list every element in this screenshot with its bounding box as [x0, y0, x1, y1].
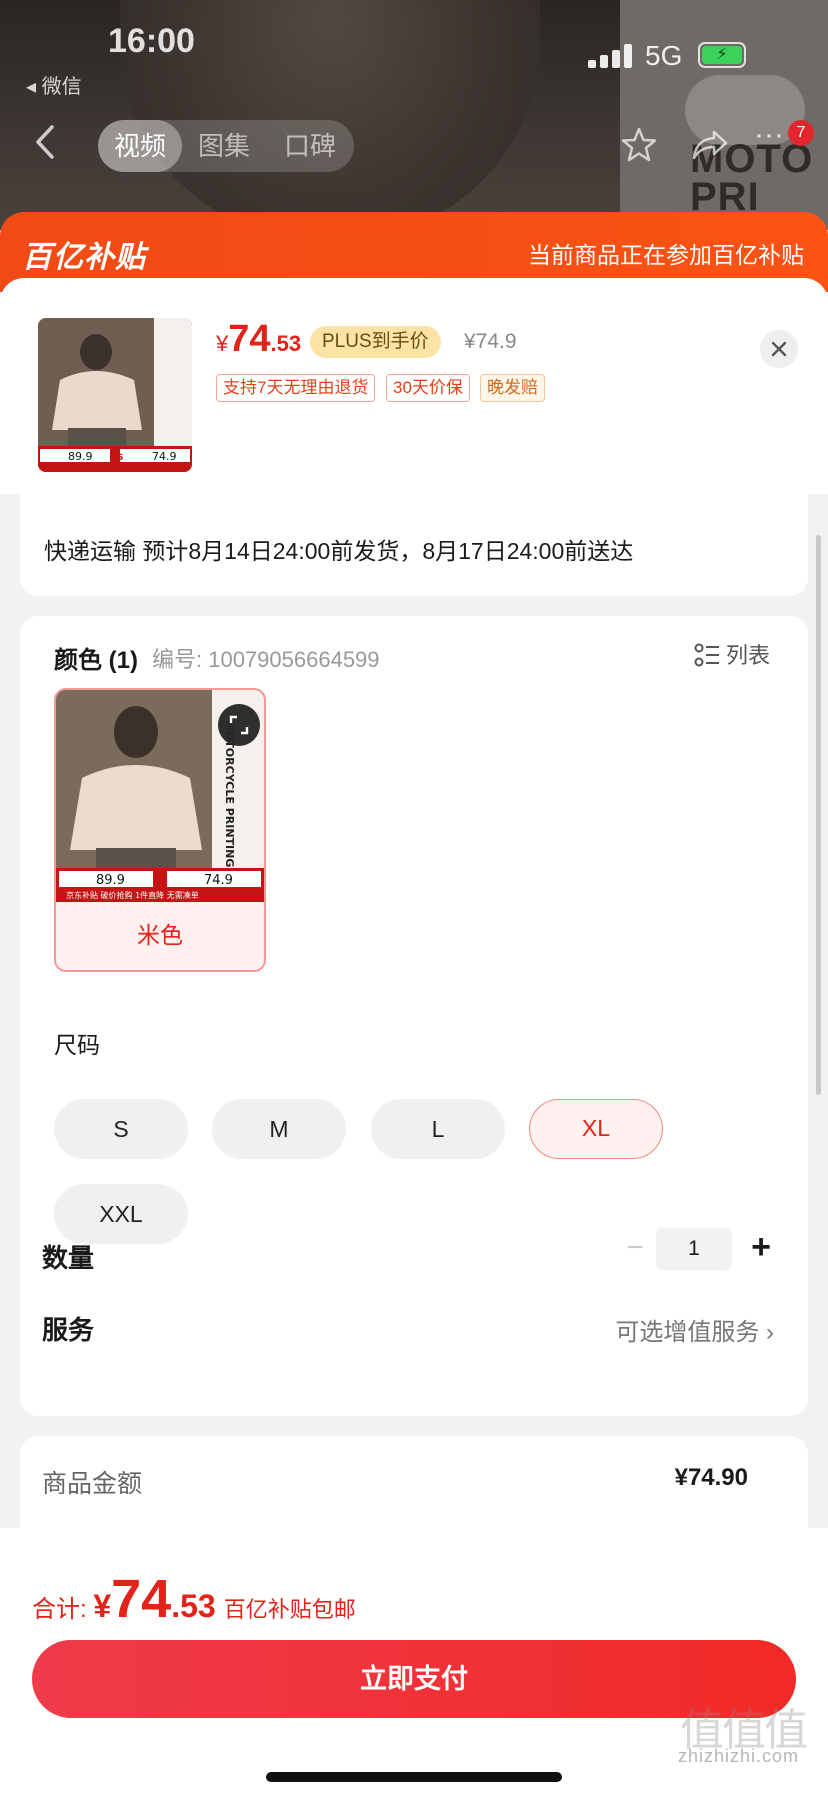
watermark-text: zhizhizhi.com: [678, 1746, 800, 1766]
tile-brand-text: MOTORCYCLE PRINTING TEE: [223, 720, 236, 894]
tab-gallery[interactable]: 图集: [198, 120, 250, 172]
status-time: 16:00: [108, 22, 195, 60]
media-tabs: 视频 图集 口碑: [98, 120, 354, 172]
plus-price-badge: PLUS到手价: [310, 326, 441, 358]
back-arrow-icon[interactable]: [34, 124, 56, 160]
final-price: ¥74.53: [216, 318, 302, 360]
size-option-l[interactable]: L: [371, 1099, 505, 1159]
svg-text:74.9: 74.9: [152, 450, 177, 463]
service-label: 服务: [42, 1315, 95, 1345]
product-thumbnail: 89.9 74.9 VS: [38, 318, 192, 472]
scrollbar[interactable]: [816, 535, 821, 1095]
options-card: 颜色 (1) 编号: 10079056664599 列表 MOTORCYCLE …: [20, 616, 808, 1416]
svg-text:89.9: 89.9: [68, 450, 93, 463]
list-view-toggle[interactable]: 列表: [694, 638, 770, 670]
tag-return-policy: 支持7天无理由退货: [216, 374, 376, 402]
size-option-m[interactable]: M: [212, 1099, 346, 1159]
home-indicator[interactable]: [266, 1772, 562, 1782]
tab-reviews[interactable]: 口碑: [284, 120, 336, 172]
color-option-beige[interactable]: MOTORCYCLE PRINTING TEE 89.9 74.9 VS 京东补…: [54, 688, 266, 972]
signal-icon: [588, 44, 632, 68]
list-icon: [694, 643, 719, 667]
quantity-increase-button[interactable]: +: [746, 1229, 776, 1265]
cart-badge: 7: [788, 120, 814, 146]
size-section-title: 尺码: [54, 1032, 100, 1058]
tag-late-compensation: 晚发赔: [480, 374, 545, 402]
goods-amount-label: 商品金额: [42, 1470, 143, 1498]
color-section-title: 颜色 (1): [54, 647, 138, 674]
more-icon[interactable]: ···: [754, 118, 784, 152]
subsidy-note: 当前商品正在参加百亿补贴: [528, 242, 804, 268]
checkout-bar: 合计: ¥74.53 百亿补贴包邮 立即支付 值值值 zhizhizhi.com: [0, 1528, 828, 1795]
svg-text:京东补贴 破价抢购 1件直降 无需凑单: 京东补贴 破价抢购 1件直降 无需凑单: [66, 890, 199, 900]
size-option-xxl[interactable]: XXL: [54, 1184, 188, 1244]
original-price: ¥74.9: [464, 330, 517, 353]
subsidy-logo: 百亿补贴: [22, 241, 146, 274]
share-icon[interactable]: [690, 126, 730, 164]
size-option-s[interactable]: S: [54, 1099, 188, 1159]
battery-icon: ⚡: [698, 42, 746, 68]
expand-icon[interactable]: [218, 704, 260, 746]
quantity-label: 数量: [42, 1243, 95, 1273]
back-to-app-link[interactable]: ◂ 微信: [26, 70, 82, 99]
size-option-xl[interactable]: XL: [529, 1099, 663, 1159]
svg-text:89.9: 89.9: [96, 873, 125, 888]
star-icon[interactable]: [620, 126, 658, 164]
total-price: 合计: ¥74.53 百亿补贴包邮: [32, 1569, 356, 1629]
shipping-estimate: 快递运输 预计8月14日24:00前发货，8月17日24:00前送达: [44, 538, 634, 564]
network-type: 5G: [645, 40, 683, 71]
tag-price-protection: 30天价保: [386, 374, 470, 402]
quantity-input[interactable]: 1: [656, 1228, 732, 1270]
color-option-label: 米色: [137, 922, 183, 948]
close-icon[interactable]: [760, 330, 798, 368]
product-gallery-backdrop: MOTO PRI 16:00 ◂ 微信 5G ⚡ 视频 图集 口碑 ··· 7: [0, 0, 828, 230]
value-added-service-link[interactable]: 可选增值服务 ›: [615, 1312, 774, 1347]
quantity-decrease-button[interactable]: −: [622, 1233, 648, 1265]
goods-amount-value: ¥74.90: [674, 1464, 748, 1491]
svg-text:VS: VS: [153, 876, 168, 887]
svg-text:74.9: 74.9: [204, 873, 233, 888]
svg-text:VS: VS: [110, 453, 123, 463]
tab-video[interactable]: 视频: [98, 120, 182, 172]
sku-code: 编号: 10079056664599: [152, 647, 380, 672]
